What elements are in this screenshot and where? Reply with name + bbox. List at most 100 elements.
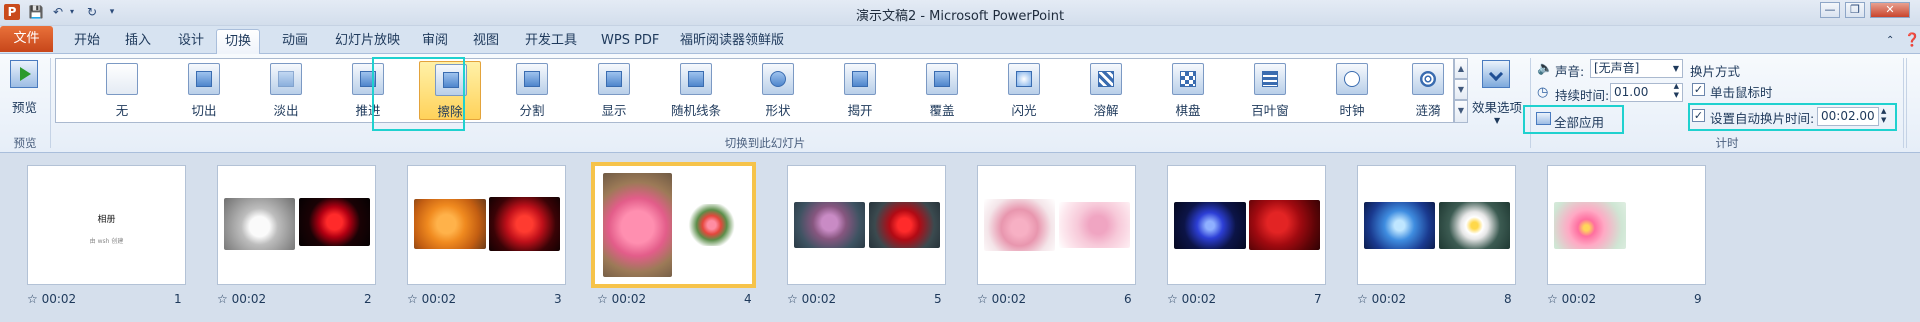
on-mouse-click-label: 单击鼠标时 bbox=[1710, 85, 1773, 100]
transition-checkerboard-icon bbox=[1172, 63, 1204, 95]
transition-reveal-icon bbox=[598, 63, 630, 95]
tab-foxit-reader[interactable]: 福昕阅读器领鲜版 bbox=[672, 29, 792, 54]
effect-options-button[interactable]: 效果选项 ▼ bbox=[1472, 58, 1528, 132]
transition-shape-icon bbox=[762, 63, 794, 95]
transition-fade-icon bbox=[270, 63, 302, 95]
ribbon-tab-bar: 开始 插入 设计 切换 动画 幻灯片放映 审阅 视图 开发工具 WPS PDF … bbox=[0, 26, 1920, 55]
photo bbox=[794, 202, 865, 248]
group-label-transitions: 切换到此幻灯片 bbox=[724, 136, 806, 150]
photo bbox=[224, 198, 295, 250]
tab-wps-pdf[interactable]: WPS PDF bbox=[593, 29, 667, 54]
group-divider bbox=[1903, 58, 1904, 148]
photo bbox=[299, 198, 370, 246]
preview-button[interactable]: 预览 bbox=[6, 58, 46, 118]
slide-thumbnail[interactable] bbox=[1547, 165, 1706, 285]
transition-dissolve-icon bbox=[1090, 63, 1122, 95]
transition-none[interactable]: 无 bbox=[91, 61, 153, 120]
transition-gallery: 无 切出 淡出 推进 擦除 分割 显示 随机线条 形状 揭开 覆盖 闪光 溶解 … bbox=[55, 58, 1454, 123]
tab-slideshow[interactable]: 幻灯片放映 bbox=[327, 29, 408, 54]
transition-cut[interactable]: 切出 bbox=[173, 61, 235, 120]
transition-flash-icon bbox=[1008, 63, 1040, 95]
slide-number: 1 bbox=[174, 292, 182, 306]
sound-icon: 🔈 bbox=[1537, 61, 1554, 76]
close-button[interactable]: ✕ bbox=[1870, 2, 1910, 18]
slide-number: 3 bbox=[554, 292, 562, 306]
transition-fade[interactable]: 淡出 bbox=[255, 61, 317, 120]
chevron-down-icon: ▼ bbox=[1672, 64, 1679, 73]
highlight-auto-advance bbox=[1688, 103, 1897, 131]
slide-number: 5 bbox=[934, 292, 942, 306]
sound-select[interactable]: [无声音] ▼ bbox=[1590, 59, 1683, 78]
transition-clock[interactable]: 时钟 bbox=[1321, 61, 1383, 120]
minimize-button[interactable]: — bbox=[1820, 2, 1840, 18]
gallery-expand[interactable]: ▼ bbox=[1454, 100, 1468, 123]
slide-thumbnail-selected[interactable] bbox=[591, 162, 756, 288]
group-divider bbox=[50, 58, 51, 148]
tab-animations[interactable]: 动画 bbox=[274, 29, 316, 54]
slide-number: 2 bbox=[364, 292, 372, 306]
transition-split-icon bbox=[516, 63, 548, 95]
slide-number: 7 bbox=[1314, 292, 1322, 306]
slide-timing: ☆ 00:02 bbox=[407, 292, 457, 306]
transition-star-icon: ☆ bbox=[1167, 292, 1178, 306]
transition-blinds[interactable]: 百叶窗 bbox=[1239, 61, 1301, 120]
slide-timing: ☆ 00:02 bbox=[1167, 292, 1217, 306]
photo bbox=[489, 197, 560, 251]
group-label-preview: 预览 bbox=[13, 136, 37, 150]
slide-timing: ☆ 00:02 bbox=[1547, 292, 1597, 306]
slide-thumbnail[interactable] bbox=[1357, 165, 1516, 285]
on-mouse-click-checkbox[interactable]: ✓ bbox=[1692, 83, 1705, 96]
ribbon-scrollbar[interactable] bbox=[1906, 58, 1918, 148]
slide-timing: ☆ 00:02 bbox=[217, 292, 267, 306]
transition-star-icon: ☆ bbox=[1547, 292, 1558, 306]
spinner-arrows-icon[interactable]: ▲ ▼ bbox=[1674, 82, 1679, 100]
slide-number: 6 bbox=[1124, 292, 1132, 306]
tab-transitions[interactable]: 切换 bbox=[216, 29, 261, 55]
photo bbox=[1059, 202, 1130, 248]
window-title: 演示文稿2 - Microsoft PowerPoint bbox=[855, 9, 1065, 24]
photo bbox=[1174, 202, 1246, 249]
tab-review[interactable]: 审阅 bbox=[414, 29, 456, 54]
title-bar: P 💾 ↶ ▾ ↻ ▾ 演示文稿2 - Microsoft PowerPoint… bbox=[0, 0, 1920, 26]
slide-thumbnail[interactable] bbox=[407, 165, 566, 285]
transition-cover[interactable]: 覆盖 bbox=[911, 61, 973, 120]
transition-cover-icon bbox=[926, 63, 958, 95]
photo bbox=[1554, 202, 1626, 249]
tab-view[interactable]: 视图 bbox=[465, 29, 507, 54]
restore-button[interactable]: ❐ bbox=[1845, 2, 1865, 18]
effect-options-icon bbox=[1482, 60, 1510, 88]
transition-dissolve[interactable]: 溶解 bbox=[1075, 61, 1137, 120]
tab-design[interactable]: 设计 bbox=[170, 29, 212, 54]
transition-none-icon bbox=[106, 63, 138, 95]
transition-uncover-icon bbox=[844, 63, 876, 95]
help-icon[interactable]: ❓ bbox=[1896, 29, 1920, 54]
chevron-down-icon: ▼ bbox=[1494, 116, 1501, 125]
tab-developer[interactable]: 开发工具 bbox=[517, 29, 585, 54]
transition-random-bars[interactable]: 随机线条 bbox=[665, 61, 727, 120]
gallery-scroll-down[interactable]: ▼ bbox=[1454, 79, 1468, 100]
slide-thumbnail[interactable] bbox=[977, 165, 1136, 285]
tab-insert[interactable]: 插入 bbox=[117, 29, 159, 54]
transition-uncover[interactable]: 揭开 bbox=[829, 61, 891, 120]
photo bbox=[984, 199, 1055, 251]
slide-sorter: 相册 由 wsh 创建 ☆ 00:02 1 ☆ 00:02 2 ☆ 00:02 … bbox=[0, 153, 1920, 322]
tab-home[interactable]: 开始 bbox=[66, 29, 108, 54]
transition-checkerboard[interactable]: 棋盘 bbox=[1157, 61, 1219, 120]
transition-flash[interactable]: 闪光 bbox=[993, 61, 1055, 120]
group-divider bbox=[1530, 58, 1531, 148]
slide-thumbnail[interactable] bbox=[1167, 165, 1326, 285]
transition-reveal[interactable]: 显示 bbox=[583, 61, 645, 120]
transition-star-icon: ☆ bbox=[217, 292, 228, 306]
tab-file[interactable]: 文件 bbox=[0, 26, 53, 52]
transition-split[interactable]: 分割 bbox=[501, 61, 563, 120]
group-label-timing: 计时 bbox=[1715, 136, 1739, 150]
slide-thumbnail[interactable]: 相册 由 wsh 创建 bbox=[27, 165, 186, 285]
slide-thumbnail[interactable] bbox=[217, 165, 376, 285]
gallery-scroll-up[interactable]: ▲ bbox=[1454, 58, 1468, 79]
transition-ripple[interactable]: 涟漪 bbox=[1403, 61, 1453, 120]
transition-shape[interactable]: 形状 bbox=[747, 61, 809, 120]
slide-thumbnail[interactable] bbox=[787, 165, 946, 285]
slide-title: 相册 bbox=[97, 215, 116, 225]
duration-spinner[interactable]: 01.00 ▲ ▼ bbox=[1610, 82, 1683, 102]
transition-star-icon: ☆ bbox=[977, 292, 988, 306]
